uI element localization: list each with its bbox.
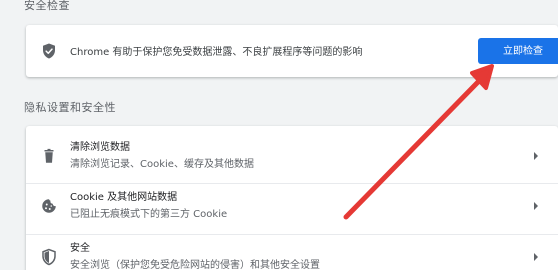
chevron-right-icon (534, 253, 538, 261)
safety-check-card: Chrome 有助于保护您免受数据泄露、不良扩展程序等问题的影响 立即检查 (26, 25, 558, 77)
chrome-settings-page: 安全检查 Chrome 有助于保护您免受数据泄露、不良扩展程序等问题的影响 立即… (0, 0, 558, 270)
safety-check-row: Chrome 有助于保护您免受数据泄露、不良扩展程序等问题的影响 立即检查 (26, 25, 558, 77)
safety-check-section-title: 安全检查 (24, 0, 70, 12)
shield-check-icon (43, 43, 55, 59)
safety-check-description: Chrome 有助于保护您免受数据泄露、不良扩展程序等问题的影响 (70, 47, 363, 58)
check-now-button[interactable]: 立即检查 (478, 38, 558, 64)
row-title: 安全 (70, 243, 90, 254)
chevron-right-icon (534, 202, 538, 210)
row-subtitle: 清除浏览记录、Cookie、缓存及其他数据 (70, 159, 254, 170)
row-title: 清除浏览数据 (70, 142, 130, 153)
cookies-site-data-row[interactable]: Cookie 及其他网站数据 已阻止无痕模式下的第三方 Cookie (26, 183, 558, 228)
cookie-icon (42, 199, 56, 213)
row-title: Cookie 及其他网站数据 (70, 192, 178, 203)
privacy-section-title: 隐私设置和安全性 (24, 101, 116, 114)
trash-icon (44, 148, 54, 163)
clear-browsing-data-row[interactable]: 清除浏览数据 清除浏览记录、Cookie、缓存及其他数据 (26, 134, 558, 178)
chevron-right-icon (534, 152, 538, 160)
row-subtitle: 已阻止无痕模式下的第三方 Cookie (70, 209, 228, 220)
row-subtitle: 安全浏览（保护您免受危险网站的侵害）和其他安全设置 (70, 260, 320, 270)
security-row[interactable]: 安全 安全浏览（保护您免受危险网站的侵害）和其他安全设置 (26, 234, 558, 270)
shield-icon (42, 248, 56, 266)
privacy-settings-card: 清除浏览数据 清除浏览记录、Cookie、缓存及其他数据 Cookie 及其他网… (26, 126, 558, 270)
